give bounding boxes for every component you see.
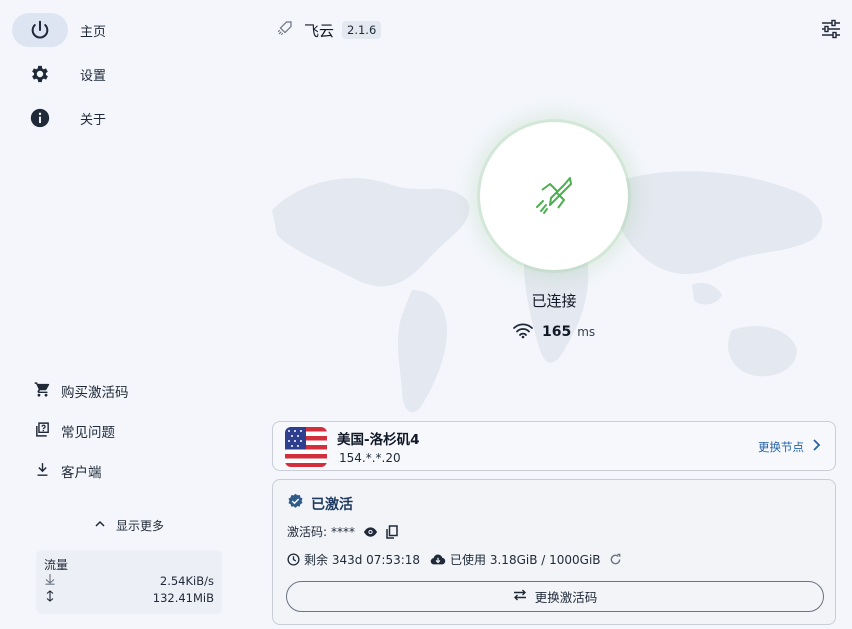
traffic-speed: 2.54KiB/s — [159, 573, 214, 588]
latency-unit: ms — [577, 325, 596, 339]
used-traffic: 已使用 3.18GiB / 1000GiB — [450, 553, 601, 567]
gear-icon — [12, 57, 68, 91]
app-name: 飞云 — [304, 21, 335, 40]
activation-status: 已激活 — [287, 493, 353, 514]
activation-status-label: 已激活 — [311, 496, 353, 513]
version-badge: 2.1.6 — [342, 21, 382, 39]
activation-stats-row: 剩余 343d 07:53:18 已使用 3.18GiB / 1000GiB — [287, 551, 626, 568]
buy-activation-code-label: 购买激活码 — [61, 385, 129, 401]
copy-icon[interactable] — [386, 524, 398, 539]
latency-value: 165 — [542, 324, 572, 340]
download-icon — [34, 461, 51, 482]
node-card[interactable]: 美国-洛杉矶4 154.*.*.20 更换节点 — [272, 421, 836, 471]
app-header: 飞云 2.1.6 — [276, 18, 382, 42]
arrow-up-down-icon — [44, 590, 56, 605]
latency-readout: 165 ms — [512, 322, 595, 342]
faq-link[interactable]: 常见问题 — [34, 420, 115, 442]
node-ip: 154.*.*.20 — [339, 451, 401, 465]
rocket-logo-icon — [276, 19, 294, 41]
swap-icon — [513, 589, 527, 604]
nav-item-home-label: 主页 — [80, 24, 107, 40]
change-activation-code-label: 更换激活码 — [534, 590, 598, 605]
buy-activation-code-link[interactable]: 购买激活码 — [34, 380, 129, 402]
main-panel: 飞云 2.1.6 已连接 165 ms 美国-洛杉矶4 154.*.*.20 更… — [240, 0, 852, 629]
connection-status: 已连接 — [531, 292, 577, 310]
remaining-time: 剩余 343d 07:53:18 — [304, 553, 421, 567]
wifi-icon — [512, 321, 534, 343]
node-name: 美国-洛杉矶4 — [337, 432, 420, 448]
cloud-download-icon — [430, 553, 446, 566]
rocket-icon — [528, 168, 580, 224]
nav-item-settings[interactable]: 设置 — [12, 57, 222, 91]
activation-card: 已激活 激活码: **** 剩余 343d 07:53:18 已使用 3.18G… — [272, 479, 836, 625]
connect-toggle-button[interactable] — [480, 122, 628, 270]
chevron-up-icon — [94, 518, 106, 532]
help-icon — [34, 421, 51, 442]
arrow-down-icon — [44, 573, 56, 588]
sidebar: 主页 设置 关于 购买激活码 常见问题 客户端 显示更多 流量 2.54KiB/… — [0, 0, 240, 629]
nav-item-settings-label: 设置 — [80, 68, 107, 84]
change-activation-code-button[interactable]: 更换激活码 — [286, 581, 824, 612]
traffic-total: 132.41MiB — [152, 590, 214, 605]
cart-icon — [34, 381, 51, 402]
activation-code-label: 激活码: — [287, 525, 328, 539]
traffic-panel: 流量 2.54KiB/s 132.41MiB — [36, 550, 222, 614]
nav-item-about-label: 关于 — [80, 112, 107, 128]
nav-item-home[interactable]: 主页 — [12, 13, 222, 47]
client-label: 客户端 — [61, 465, 102, 481]
switch-node-button[interactable]: 更换节点 — [758, 438, 821, 455]
switch-node-label: 更换节点 — [758, 439, 804, 454]
chevron-right-icon — [812, 438, 821, 455]
show-more-label: 显示更多 — [116, 518, 165, 533]
sliders-icon[interactable] — [820, 18, 842, 40]
nav-item-about[interactable]: 关于 — [12, 101, 222, 135]
eye-icon[interactable] — [363, 526, 378, 538]
traffic-title: 流量 — [44, 558, 69, 572]
activation-code-value: **** — [331, 524, 356, 539]
show-more-button[interactable]: 显示更多 — [94, 516, 164, 534]
faq-label: 常见问题 — [61, 425, 115, 441]
activation-code-row: 激活码: **** — [287, 523, 398, 540]
client-link[interactable]: 客户端 — [34, 460, 102, 482]
us-flag-icon — [285, 427, 327, 467]
power-icon — [12, 13, 68, 47]
refresh-icon[interactable] — [609, 553, 622, 566]
clock-icon — [287, 553, 300, 566]
verified-badge-icon — [287, 493, 304, 514]
info-icon — [12, 101, 68, 135]
